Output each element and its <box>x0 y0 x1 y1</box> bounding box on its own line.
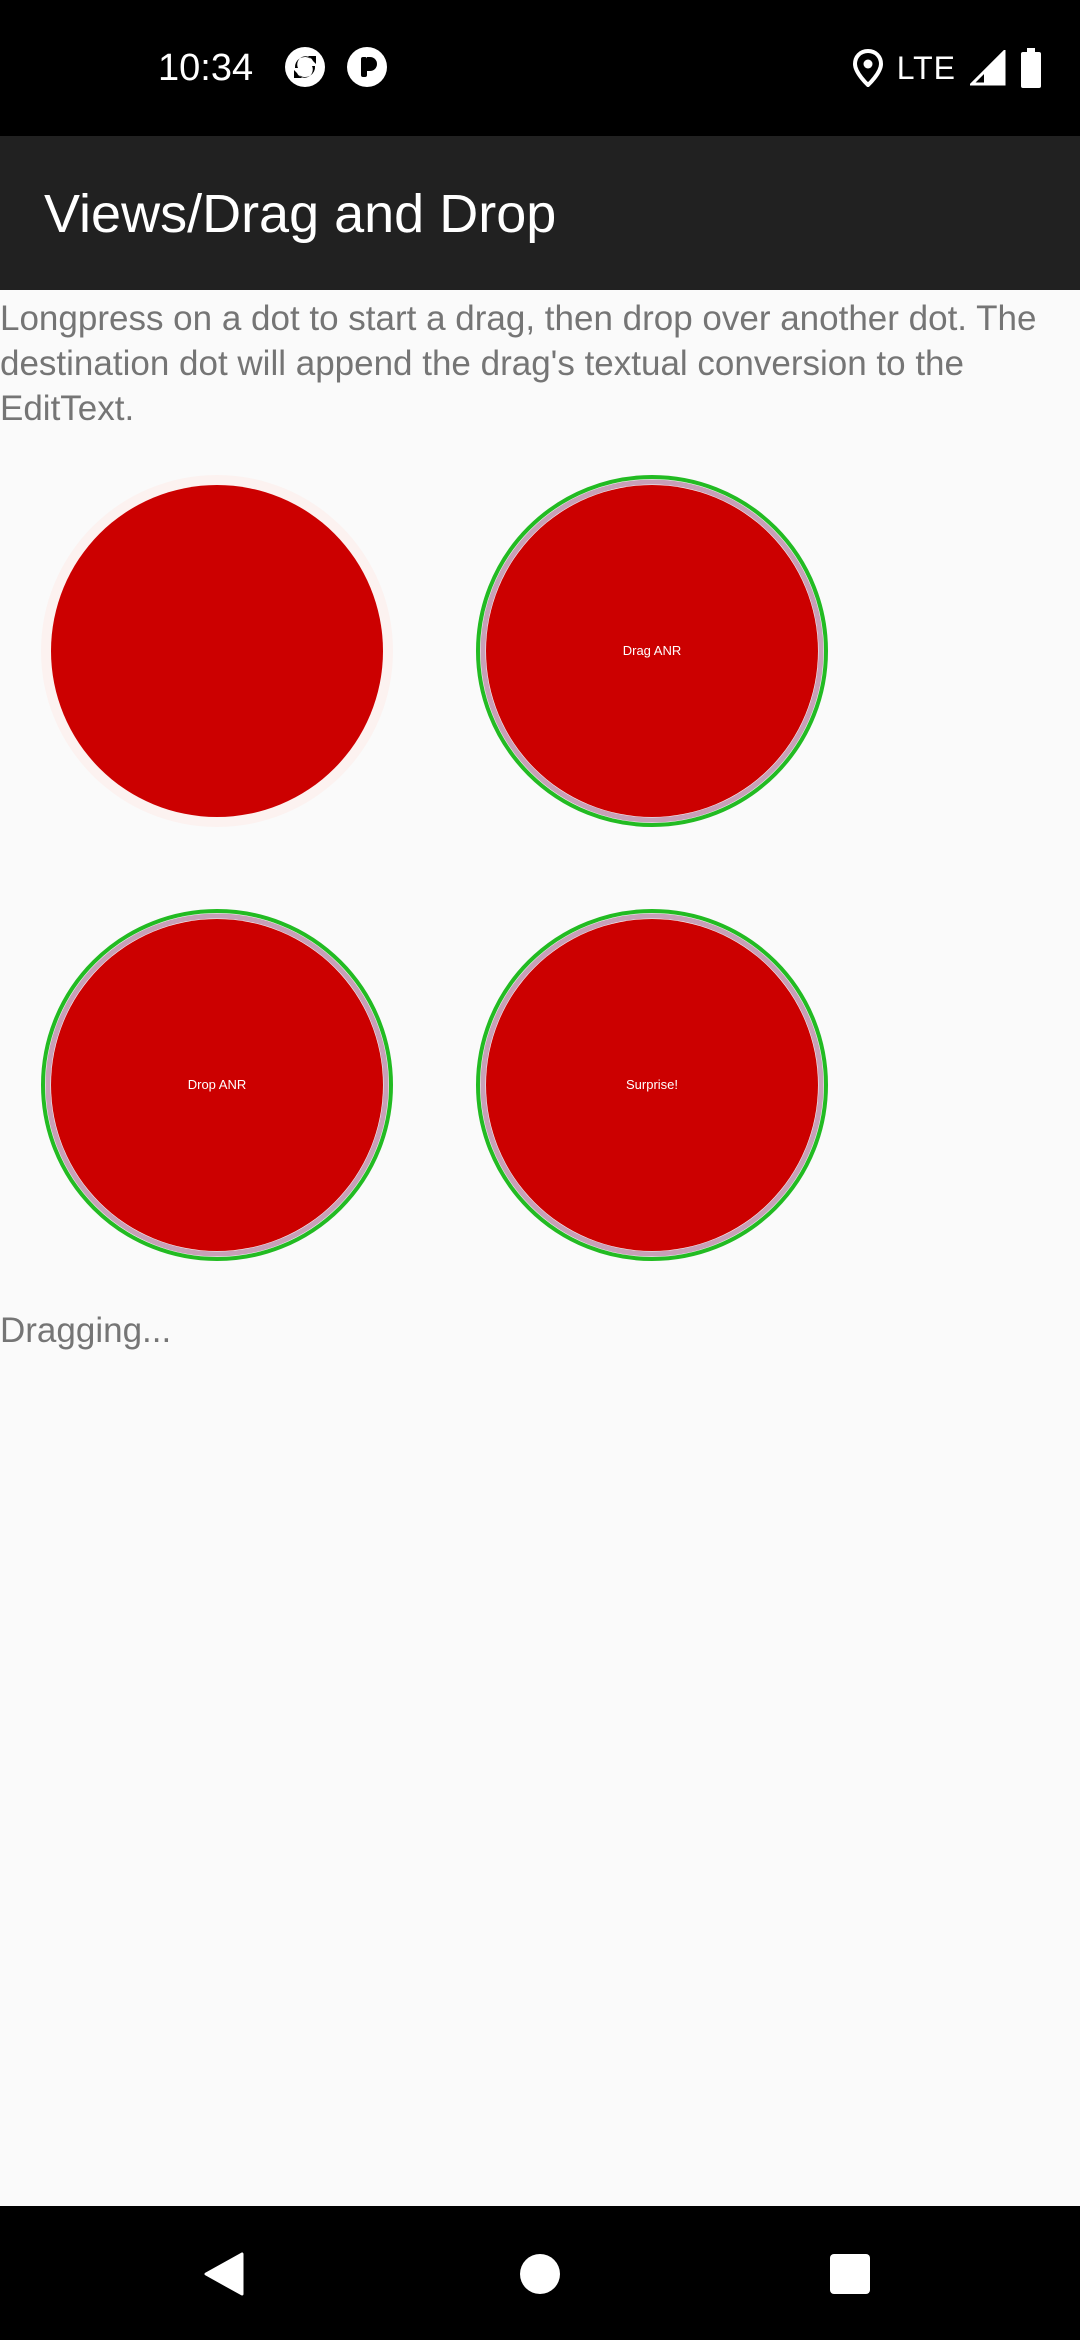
draggable-dot-3[interactable]: Drop ANR <box>40 908 394 1262</box>
location-icon <box>852 49 883 87</box>
status-indicators: LTE <box>852 46 1042 90</box>
signal-icon <box>970 50 1006 86</box>
recents-button[interactable] <box>818 2242 882 2306</box>
sync-icon <box>284 46 326 88</box>
home-button[interactable] <box>508 2242 572 2306</box>
app-bar: Views/Drag and Drop <box>0 136 1080 290</box>
app-notification-icon <box>346 46 388 88</box>
dot-label: Drag ANR <box>622 643 682 658</box>
network-type: LTE <box>896 50 956 86</box>
status-bar: 10:34 LTE <box>0 0 1080 136</box>
draggable-dot-2[interactable]: Drag ANR <box>475 474 829 828</box>
instructions-text: Longpress on a dot to start a drag, then… <box>0 299 1037 428</box>
battery-icon <box>1020 48 1042 88</box>
drag-status-text: Dragging... <box>0 1311 172 1350</box>
page-title: Views/Drag and Drop <box>44 184 557 244</box>
draggable-dot-1[interactable] <box>40 474 394 828</box>
dot-label: Surprise! <box>625 1077 679 1092</box>
back-button[interactable] <box>192 2242 256 2306</box>
draggable-dot-4[interactable]: Surprise! <box>475 908 829 1262</box>
status-time: 10:34 <box>158 47 254 89</box>
dot-label: Drop ANR <box>187 1077 247 1092</box>
